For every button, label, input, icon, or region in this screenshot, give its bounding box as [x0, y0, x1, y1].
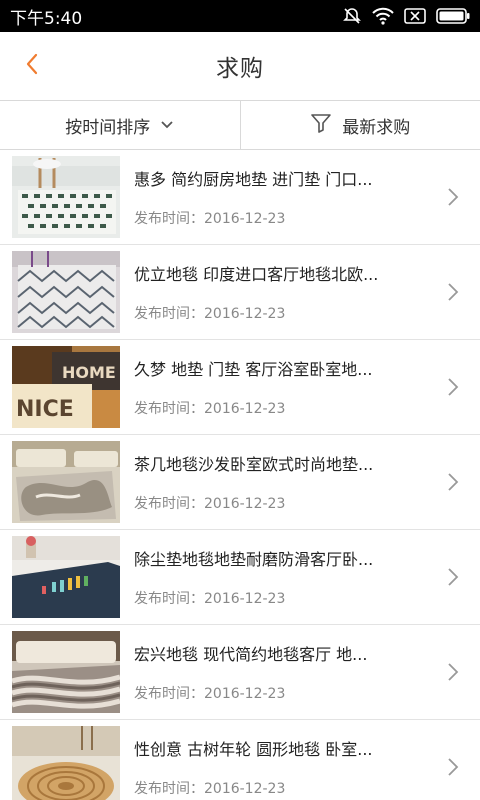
date-label: 发布时间： — [134, 781, 204, 797]
item-title: 宏兴地毯 现代简约地毯客厅 地... — [134, 645, 368, 664]
chevron-right-icon — [446, 756, 460, 778]
item-title: 久梦 地垫 门垫 客厅浴室卧室地... — [134, 360, 373, 379]
item-date: 发布时间：2016-12-23 — [134, 778, 424, 798]
purchase-request-list: 惠多 简约厨房地垫 进门垫 门口... 发布时间：2016-12-23 优立地毯… — [0, 150, 480, 800]
latest-requests-label: 最新求购 — [342, 117, 411, 138]
date-label: 发布时间： — [134, 591, 204, 607]
item-title: 茶几地毯沙发卧室欧式时尚地垫... — [134, 455, 374, 474]
sort-by-time-label: 按时间排序 — [65, 117, 151, 138]
item-date: 发布时间：2016-12-23 — [134, 398, 424, 418]
date-label: 发布时间： — [134, 496, 204, 512]
list-item[interactable]: 优立地毯 印度进口客厅地毯北欧... 发布时间：2016-12-23 — [0, 245, 480, 340]
svg-text:HOME: HOME — [62, 363, 116, 382]
list-item[interactable]: 惠多 简约厨房地垫 进门垫 门口... 发布时间：2016-12-23 — [0, 150, 480, 245]
sort-by-time-filter[interactable]: 按时间排序 — [0, 101, 240, 149]
chevron-right-icon — [446, 566, 460, 588]
list-item[interactable]: 宏兴地毯 现代简约地毯客厅 地... 发布时间：2016-12-23 — [0, 625, 480, 720]
item-title: 除尘垫地毯地垫耐磨防滑客厅卧... — [134, 550, 374, 569]
item-date: 发布时间：2016-12-23 — [134, 493, 424, 513]
svg-text:NICE: NICE — [16, 397, 74, 422]
rug-thumbnail — [12, 441, 120, 523]
item-title: 性创意 古树年轮 圆形地毯 卧室... — [134, 740, 373, 759]
list-item[interactable]: 茶几地毯沙发卧室欧式时尚地垫... 发布时间：2016-12-23 — [0, 435, 480, 530]
list-item[interactable]: 除尘垫地毯地垫耐磨防滑客厅卧... 发布时间：2016-12-23 — [0, 530, 480, 625]
chevron-right-icon — [446, 471, 460, 493]
date-value: 2016-12-23 — [204, 496, 286, 512]
item-date: 发布时间：2016-12-23 — [134, 588, 424, 608]
chevron-right-icon — [446, 376, 460, 398]
item-title: 优立地毯 印度进口客厅地毯北欧... — [134, 265, 379, 284]
wifi-icon — [372, 7, 394, 25]
chevron-right-icon — [446, 186, 460, 208]
date-value: 2016-12-23 — [204, 306, 286, 322]
back-button[interactable] — [14, 48, 50, 84]
date-value: 2016-12-23 — [204, 401, 286, 417]
filter-bar: 按时间排序 最新求购 — [0, 100, 480, 150]
latest-requests-filter[interactable]: 最新求购 — [239, 101, 480, 149]
filter-funnel-icon — [310, 112, 332, 139]
list-item[interactable]: HOME NICE 久梦 地垫 门垫 客厅浴室卧室地... 发布时间：2016-1… — [0, 340, 480, 435]
mute-icon — [342, 6, 362, 26]
date-value: 2016-12-23 — [204, 686, 286, 702]
status-time: 下午5:40 — [10, 8, 83, 29]
date-label: 发布时间： — [134, 211, 204, 227]
item-date: 发布时间：2016-12-23 — [134, 683, 424, 703]
date-label: 发布时间： — [134, 306, 204, 322]
item-title: 惠多 简约厨房地垫 进门垫 门口... — [134, 170, 373, 189]
item-date: 发布时间：2016-12-23 — [134, 208, 424, 228]
rug-thumbnail — [12, 536, 120, 618]
chevron-down-icon — [160, 115, 174, 135]
rug-thumbnail — [12, 631, 120, 713]
chevron-right-icon — [446, 661, 460, 683]
date-value: 2016-12-23 — [204, 211, 286, 227]
rug-thumbnail: HOME NICE — [12, 346, 120, 428]
back-arrow-icon — [25, 52, 39, 80]
rug-thumbnail — [12, 251, 120, 333]
item-date: 发布时间：2016-12-23 — [134, 303, 424, 323]
sim-card-icon — [404, 8, 426, 24]
chevron-right-icon — [446, 281, 460, 303]
list-item[interactable]: 性创意 古树年轮 圆形地毯 卧室... 发布时间：2016-12-23 — [0, 720, 480, 800]
status-bar: 下午5:40 — [0, 0, 480, 32]
date-label: 发布时间： — [134, 686, 204, 702]
app-header: 求购 — [0, 32, 480, 100]
rug-thumbnail — [12, 726, 120, 800]
date-value: 2016-12-23 — [204, 591, 286, 607]
date-label: 发布时间： — [134, 401, 204, 417]
battery-icon — [436, 8, 470, 24]
rug-thumbnail — [12, 156, 120, 238]
date-value: 2016-12-23 — [204, 781, 286, 797]
page-title: 求购 — [216, 56, 264, 82]
